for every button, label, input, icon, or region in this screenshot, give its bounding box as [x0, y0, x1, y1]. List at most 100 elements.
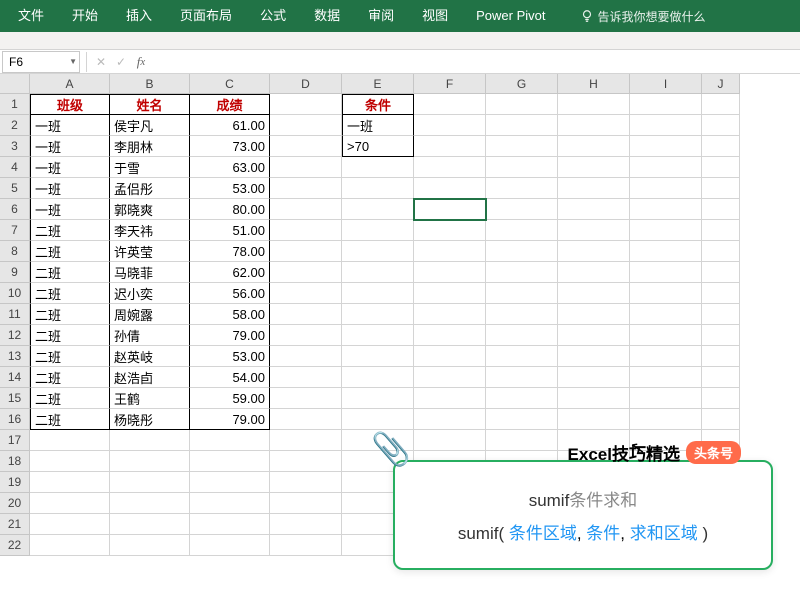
- cell[interactable]: [270, 283, 342, 304]
- col-header[interactable]: A: [30, 74, 110, 94]
- cell[interactable]: [630, 157, 702, 178]
- ribbon-tab-review[interactable]: 审阅: [354, 0, 408, 32]
- cell[interactable]: [342, 325, 414, 346]
- row-header[interactable]: 12: [0, 325, 30, 346]
- cell[interactable]: [486, 430, 558, 451]
- cell[interactable]: 赵英岐: [110, 346, 190, 367]
- cell[interactable]: [110, 451, 190, 472]
- cell[interactable]: 53.00: [190, 346, 270, 367]
- cell[interactable]: [270, 220, 342, 241]
- cell[interactable]: [342, 409, 414, 430]
- cell[interactable]: 63.00: [190, 157, 270, 178]
- row-header[interactable]: 2: [0, 115, 30, 136]
- cell[interactable]: [702, 367, 740, 388]
- cell[interactable]: [630, 262, 702, 283]
- cell[interactable]: [414, 136, 486, 157]
- cell[interactable]: [414, 304, 486, 325]
- cell[interactable]: 成绩: [190, 94, 270, 115]
- cell[interactable]: 二班: [30, 241, 110, 262]
- ribbon-tab-layout[interactable]: 页面布局: [166, 0, 246, 32]
- cell[interactable]: 李朋林: [110, 136, 190, 157]
- cell[interactable]: [342, 157, 414, 178]
- cell[interactable]: 73.00: [190, 136, 270, 157]
- col-header[interactable]: I: [630, 74, 702, 94]
- cell[interactable]: [630, 199, 702, 220]
- cell[interactable]: >70: [342, 136, 414, 157]
- cell[interactable]: 一班: [30, 157, 110, 178]
- cell[interactable]: [486, 367, 558, 388]
- cell[interactable]: 79.00: [190, 409, 270, 430]
- select-all-corner[interactable]: [0, 74, 30, 94]
- cell[interactable]: [270, 535, 342, 556]
- name-box[interactable]: F6 ▼: [2, 51, 80, 73]
- cell[interactable]: [702, 178, 740, 199]
- cell[interactable]: [414, 115, 486, 136]
- cell[interactable]: [270, 178, 342, 199]
- cell[interactable]: [558, 304, 630, 325]
- cell[interactable]: [486, 157, 558, 178]
- cell[interactable]: [270, 115, 342, 136]
- cell[interactable]: [342, 262, 414, 283]
- cell[interactable]: [702, 262, 740, 283]
- cell[interactable]: [270, 430, 342, 451]
- cell[interactable]: [486, 283, 558, 304]
- cell[interactable]: [270, 94, 342, 115]
- cell[interactable]: [486, 409, 558, 430]
- cell[interactable]: [630, 409, 702, 430]
- cell[interactable]: 郭晓爽: [110, 199, 190, 220]
- cell[interactable]: [630, 304, 702, 325]
- cell[interactable]: [270, 304, 342, 325]
- cell[interactable]: [342, 388, 414, 409]
- cell[interactable]: [558, 409, 630, 430]
- row-header[interactable]: 18: [0, 451, 30, 472]
- cell[interactable]: 迟小奕: [110, 283, 190, 304]
- cell[interactable]: [270, 451, 342, 472]
- cell[interactable]: 班级: [30, 94, 110, 115]
- col-header[interactable]: C: [190, 74, 270, 94]
- cell[interactable]: [270, 388, 342, 409]
- cell[interactable]: [486, 241, 558, 262]
- cell[interactable]: 二班: [30, 325, 110, 346]
- cell[interactable]: [414, 241, 486, 262]
- cell[interactable]: [342, 220, 414, 241]
- row-header[interactable]: 1: [0, 94, 30, 115]
- cell[interactable]: [270, 262, 342, 283]
- cell[interactable]: [630, 388, 702, 409]
- cell[interactable]: [414, 346, 486, 367]
- cell[interactable]: 二班: [30, 388, 110, 409]
- cell[interactable]: 56.00: [190, 283, 270, 304]
- cell[interactable]: [558, 94, 630, 115]
- cell[interactable]: [30, 472, 110, 493]
- cell[interactable]: 马晓菲: [110, 262, 190, 283]
- row-header[interactable]: 16: [0, 409, 30, 430]
- cell[interactable]: [486, 388, 558, 409]
- cell[interactable]: [190, 451, 270, 472]
- cell[interactable]: [702, 304, 740, 325]
- cell[interactable]: [270, 199, 342, 220]
- ribbon-tab-view[interactable]: 视图: [408, 0, 462, 32]
- row-header[interactable]: 22: [0, 535, 30, 556]
- cell[interactable]: [558, 241, 630, 262]
- col-header[interactable]: B: [110, 74, 190, 94]
- cell[interactable]: 杨晓彤: [110, 409, 190, 430]
- cell[interactable]: [558, 220, 630, 241]
- cell[interactable]: [558, 178, 630, 199]
- cell[interactable]: [30, 430, 110, 451]
- cell[interactable]: 62.00: [190, 262, 270, 283]
- cell[interactable]: [558, 262, 630, 283]
- formula-input[interactable]: [157, 51, 800, 73]
- row-header[interactable]: 11: [0, 304, 30, 325]
- cell[interactable]: [414, 262, 486, 283]
- cell[interactable]: [110, 430, 190, 451]
- cell[interactable]: [190, 535, 270, 556]
- cell[interactable]: 二班: [30, 220, 110, 241]
- cell[interactable]: [110, 493, 190, 514]
- cell[interactable]: 53.00: [190, 178, 270, 199]
- cell[interactable]: [414, 409, 486, 430]
- cell[interactable]: 孟侣彤: [110, 178, 190, 199]
- cell[interactable]: [270, 472, 342, 493]
- cell[interactable]: 姓名: [110, 94, 190, 115]
- cell[interactable]: 78.00: [190, 241, 270, 262]
- cell[interactable]: [630, 325, 702, 346]
- cell[interactable]: 80.00: [190, 199, 270, 220]
